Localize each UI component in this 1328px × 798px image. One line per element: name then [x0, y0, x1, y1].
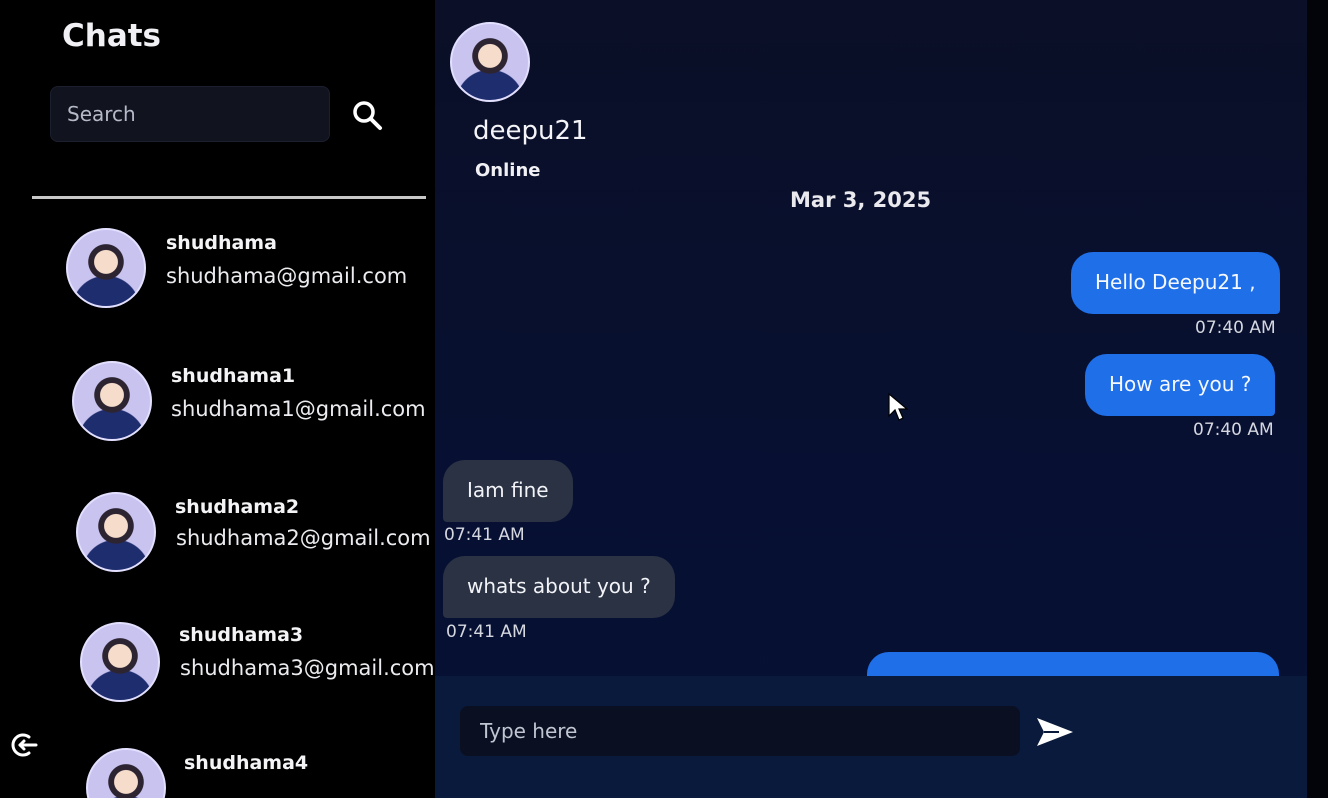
- contact-name: shudhama1: [171, 365, 296, 387]
- contact-email: shudhama2@gmail.com: [176, 526, 431, 550]
- contact-email: shudhama@gmail.com: [166, 264, 408, 288]
- contact-item[interactable]: shudhama4: [60, 742, 430, 798]
- contact-item[interactable]: shudhama shudhama@gmail.com: [60, 222, 430, 322]
- logout-icon: [11, 733, 38, 757]
- sidebar: Chats shudhama shudhama@gmail.com shudha…: [0, 0, 435, 798]
- avatar: [76, 492, 156, 572]
- message-time: 07:41 AM: [444, 525, 525, 545]
- sidebar-title: Chats: [62, 18, 162, 54]
- search-input[interactable]: [50, 86, 330, 142]
- message-composer: [435, 676, 1307, 798]
- avatar: [80, 622, 160, 702]
- message-input[interactable]: [460, 706, 1020, 756]
- peer-name: deepu21: [473, 116, 588, 146]
- avatar: [66, 228, 146, 308]
- search-icon: [353, 101, 382, 130]
- sidebar-divider: [32, 196, 426, 199]
- contact-email: shudhama1@gmail.com: [171, 397, 426, 421]
- window-edge: [1307, 0, 1328, 798]
- send-icon: [1037, 718, 1073, 746]
- date-separator: Mar 3, 2025: [790, 188, 932, 212]
- avatar: [72, 361, 152, 441]
- chat-panel: deepu21 Online Mar 3, 2025 Hello Deepu21…: [435, 0, 1307, 798]
- search-button[interactable]: [346, 94, 388, 136]
- contact-item[interactable]: shudhama3 shudhama3@gmail.com: [60, 616, 435, 716]
- contact-item[interactable]: shudhama2 shudhama2@gmail.com: [60, 486, 431, 586]
- contact-name: shudhama2: [175, 496, 300, 518]
- mouse-cursor-icon: [888, 392, 909, 421]
- message-time: 07:40 AM: [1195, 318, 1276, 338]
- contact-name: shudhama4: [184, 752, 309, 774]
- message-bubble-incoming: Iam fine: [443, 460, 573, 522]
- send-button[interactable]: [1031, 710, 1079, 754]
- message-bubble-outgoing: How are you ?: [1085, 354, 1276, 416]
- contact-name: shudhama3: [179, 624, 304, 646]
- contact-name: shudhama: [166, 232, 277, 254]
- message-time: 07:41 AM: [446, 622, 527, 642]
- contact-email: shudhama3@gmail.com: [180, 656, 435, 680]
- message-bubble-incoming: whats about you ?: [443, 556, 675, 618]
- logout-button[interactable]: [10, 730, 40, 760]
- peer-status: Online: [475, 160, 541, 181]
- avatar: [86, 748, 166, 798]
- message-time: 07:40 AM: [1193, 420, 1274, 440]
- message-bubble-outgoing: Hello Deepu21 ,: [1071, 252, 1280, 314]
- contact-item[interactable]: shudhama1 shudhama1@gmail.com: [60, 355, 430, 455]
- peer-avatar[interactable]: [450, 22, 530, 102]
